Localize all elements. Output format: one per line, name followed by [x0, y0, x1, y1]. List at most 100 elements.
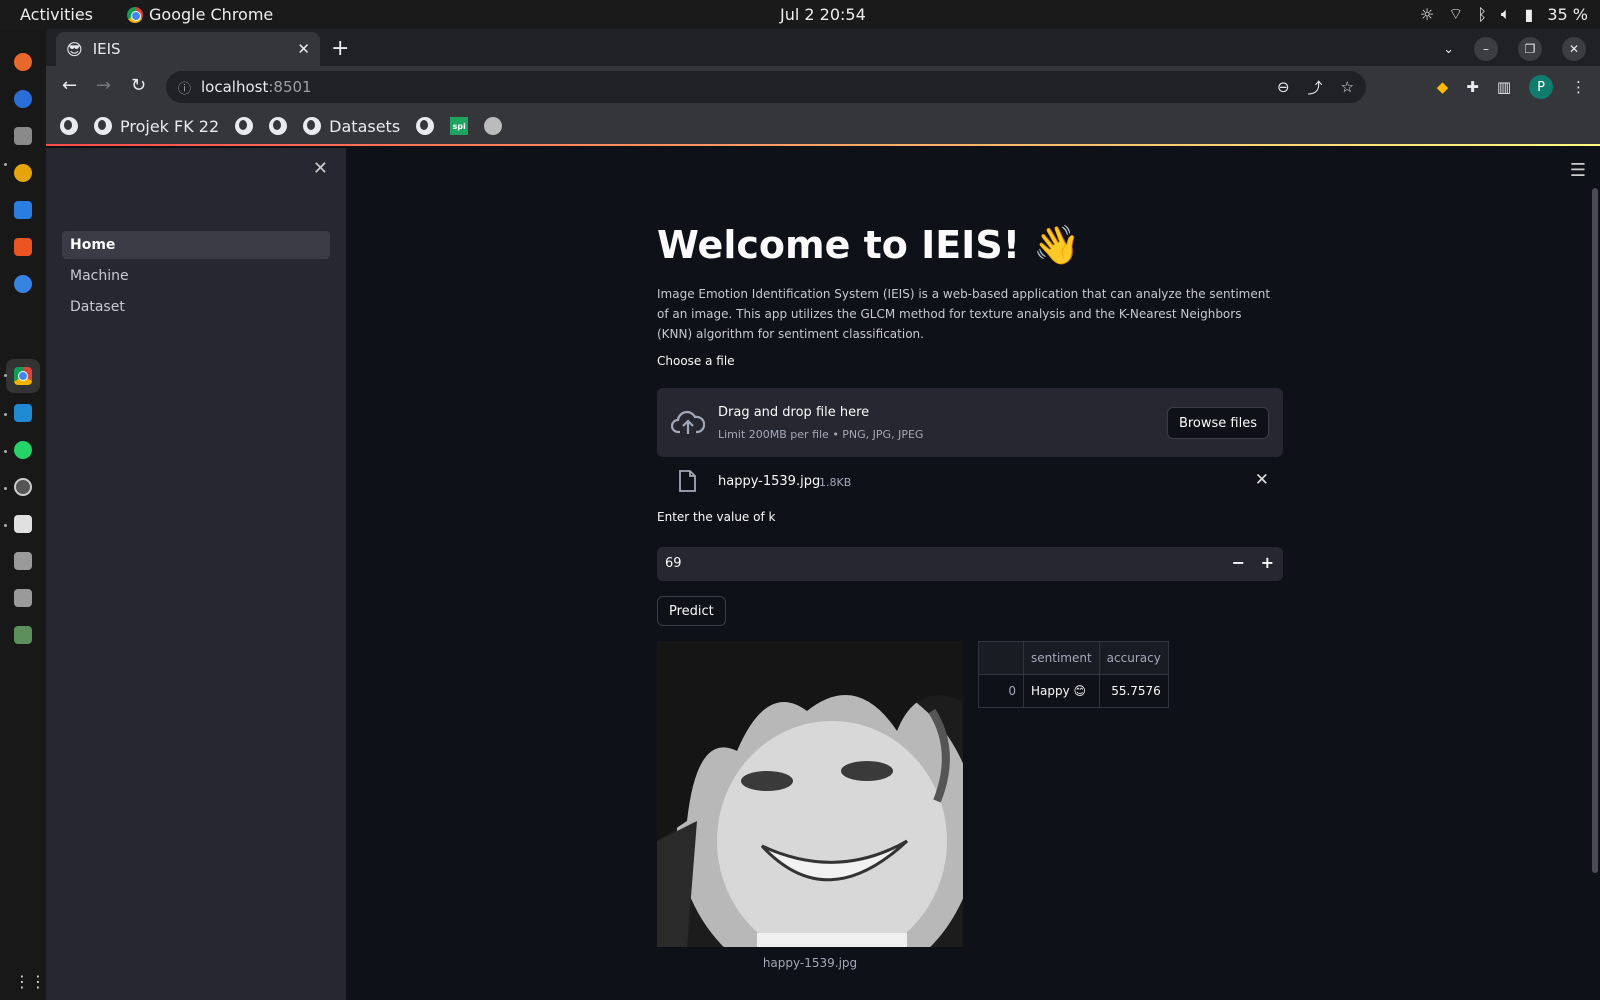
browse-files-button[interactable]: Browse files: [1166, 407, 1269, 439]
new-tab-icon[interactable]: +: [331, 36, 349, 61]
whatsapp-icon[interactable]: [14, 441, 32, 459]
decrement-button[interactable]: −: [1232, 553, 1245, 572]
help-icon[interactable]: [14, 275, 32, 293]
k-value[interactable]: 69: [665, 556, 682, 571]
dropzone-title: Drag and drop file here: [718, 405, 870, 420]
battery-icon: ▮: [1524, 4, 1534, 24]
app-sidebar: ✕ Home Machine Dataset: [46, 148, 346, 1000]
bookmark-spi-icon[interactable]: spi: [450, 117, 469, 135]
bookmark-globe-icon[interactable]: [416, 117, 435, 135]
sidebar-item-label: Home: [70, 237, 116, 253]
sidebar-item-home[interactable]: Home: [62, 231, 330, 259]
maximize-icon[interactable]: ❐: [1518, 37, 1542, 61]
system-tray[interactable]: ☼ ⌔ ᛒ 🔈︎ ▮ 35 %: [1420, 4, 1588, 24]
clock-app-icon[interactable]: [14, 478, 32, 496]
close-tab-icon[interactable]: ✕: [297, 40, 310, 58]
column-header-index[interactable]: [978, 641, 1024, 675]
volume-icon: 🔈︎: [1500, 4, 1511, 23]
browser-toolbar: ← → ↻ ⓘ localhost:8501 ⊖ ⤴ ☆ ◆ ✚ ▥ P ⋮: [46, 66, 1600, 108]
app-grid-icon[interactable]: ⋮⋮: [14, 973, 46, 991]
row-index[interactable]: 0: [978, 674, 1024, 708]
globe-icon: [94, 117, 112, 135]
globe-icon: [303, 117, 322, 135]
chrome-dock-icon[interactable]: [14, 367, 32, 385]
bookmarks-bar: Projek FK 22 Datasets spi: [46, 108, 1600, 146]
bookmark-label: Projek FK 22: [120, 116, 220, 136]
column-header-sentiment[interactable]: sentiment: [1023, 641, 1100, 675]
browser-tab[interactable]: 😎 IEIS ✕: [56, 32, 320, 66]
clock[interactable]: Jul 2 20:54: [780, 5, 866, 24]
sidebar-item-label: Machine: [70, 268, 129, 284]
minimize-icon[interactable]: –: [1474, 37, 1498, 61]
close-sidebar-icon[interactable]: ✕: [313, 158, 328, 179]
vscode-icon[interactable]: [14, 404, 32, 422]
column-header-accuracy[interactable]: accuracy: [1098, 641, 1169, 675]
thunderbird-icon[interactable]: [14, 90, 32, 108]
bookmark-globe-icon[interactable]: [235, 117, 254, 135]
wifi-icon: ⌔: [1448, 4, 1464, 23]
sidebar-item-dataset[interactable]: Dataset: [62, 293, 330, 321]
dock-indicator: [4, 413, 7, 416]
dropzone-limit: Limit 200MB per file • PNG, JPG, JPEG: [718, 428, 924, 441]
bookmark-grey-icon[interactable]: [484, 117, 503, 135]
page-title: Welcome to IEIS! 👋: [657, 223, 1081, 267]
profile-avatar[interactable]: P: [1529, 75, 1553, 99]
firefox-icon[interactable]: [14, 53, 32, 71]
sidebar-item-machine[interactable]: Machine: [62, 262, 330, 290]
bookmark-projek[interactable]: Projek FK 22: [94, 117, 219, 136]
side-panel-icon[interactable]: ▥: [1497, 78, 1511, 96]
tab-favicon: 😎: [66, 39, 83, 59]
k-input-label: Enter the value of k: [657, 510, 776, 524]
bluetooth-icon: ᛒ: [1477, 4, 1487, 24]
rhythmbox-icon[interactable]: [14, 164, 32, 182]
tab-title: IEIS: [92, 40, 121, 58]
software-icon[interactable]: [14, 238, 32, 256]
bookmark-globe-icon[interactable]: [60, 117, 78, 135]
table-row: 0 Happy 😊 55.7576: [978, 674, 1169, 708]
document-viewer-icon[interactable]: [14, 515, 32, 533]
trash-icon[interactable]: [14, 626, 32, 644]
remove-file-icon[interactable]: ✕: [1255, 470, 1269, 490]
dock-indicator: [4, 374, 7, 377]
sentiment-cell[interactable]: Happy 😊: [1023, 674, 1100, 708]
bookmark-globe-icon[interactable]: [269, 117, 288, 135]
system-top-bar: Activities Google Chrome Jul 2 20:54 ☼ ⌔…: [0, 0, 1600, 29]
uploaded-file: happy-1539.jpg 1.8KB ✕: [657, 462, 1283, 502]
writer-icon[interactable]: [14, 201, 32, 219]
address-bar[interactable]: ⓘ localhost:8501 ⊖ ⤴ ☆: [166, 71, 1366, 103]
tab-search-icon[interactable]: ⌄: [1443, 42, 1454, 57]
result-table[interactable]: sentiment accuracy 0 Happy 😊 55.7576: [978, 641, 1169, 708]
site-info-icon[interactable]: ⓘ: [178, 78, 191, 97]
menu-icon[interactable]: ☰: [1570, 160, 1586, 181]
increment-button[interactable]: +: [1261, 553, 1274, 572]
reload-icon[interactable]: ↻: [131, 75, 146, 96]
close-window-icon[interactable]: ✕: [1562, 37, 1586, 61]
accuracy-cell[interactable]: 55.7576: [1098, 674, 1169, 708]
brightness-icon: ☼: [1419, 4, 1435, 24]
activities-button[interactable]: Activities: [20, 5, 93, 24]
table-header-row: sentiment accuracy: [978, 641, 1169, 675]
app-name: Google Chrome: [149, 5, 274, 24]
extension-color-icon[interactable]: ◆: [1437, 78, 1449, 96]
files-icon[interactable]: [14, 127, 32, 145]
dock-indicator: [4, 450, 7, 453]
file-size: 1.8KB: [819, 476, 852, 489]
file-dropzone[interactable]: Drag and drop file here Limit 200MB per …: [657, 388, 1283, 457]
zoom-icon[interactable]: ⊖: [1277, 78, 1290, 96]
disk-icon[interactable]: [14, 552, 32, 570]
k-number-input[interactable]: 69 − +: [657, 547, 1283, 581]
scrollbar[interactable]: [1592, 188, 1598, 873]
app-menu[interactable]: Google Chrome: [127, 5, 273, 24]
predict-button[interactable]: Predict: [657, 596, 726, 626]
disk-2-icon[interactable]: [14, 589, 32, 607]
bookmark-datasets[interactable]: Datasets: [303, 117, 400, 136]
extensions-puzzle-icon[interactable]: ✚: [1466, 78, 1479, 96]
url-port: :8501: [268, 78, 312, 96]
forward-icon[interactable]: →: [96, 75, 111, 96]
bookmark-star-icon[interactable]: ☆: [1341, 78, 1354, 96]
share-icon[interactable]: ⤴: [1308, 77, 1323, 98]
dock-indicator: [4, 524, 7, 527]
chrome-menu-icon[interactable]: ⋮: [1571, 78, 1586, 96]
back-icon[interactable]: ←: [62, 75, 77, 96]
url-host: localhost: [201, 78, 269, 96]
